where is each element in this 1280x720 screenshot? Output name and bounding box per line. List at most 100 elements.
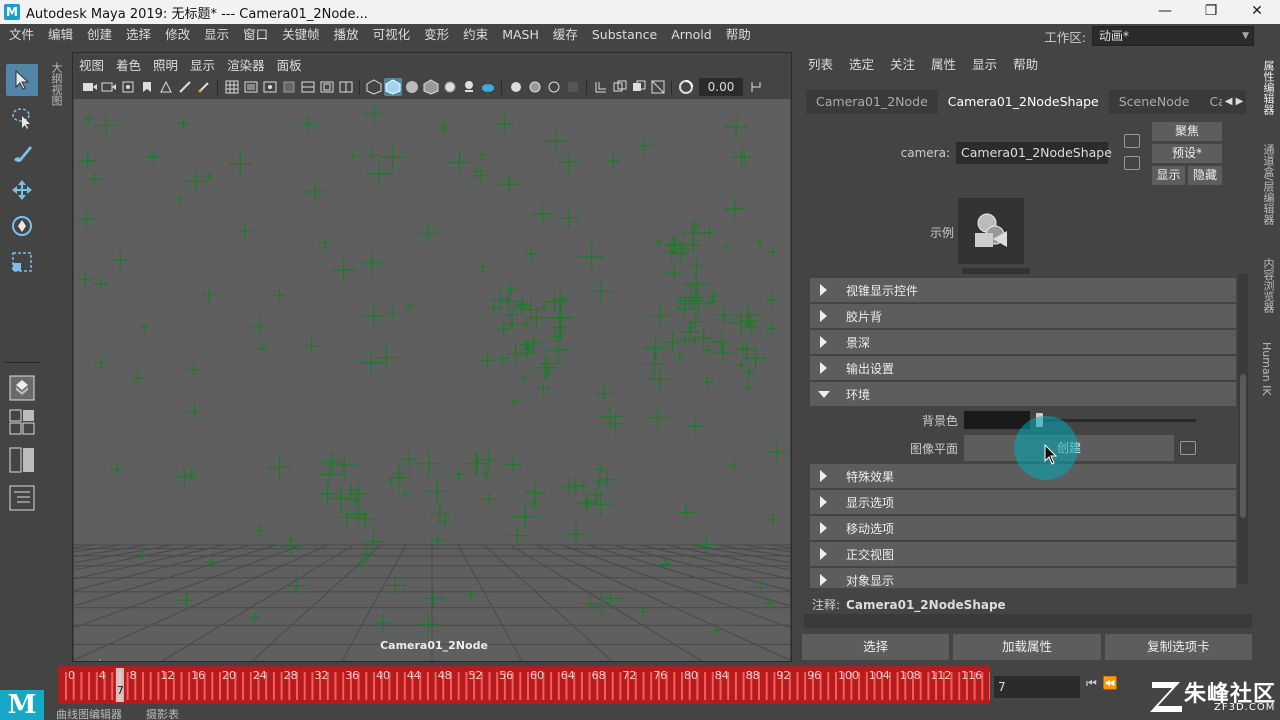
two-pane-layout-icon[interactable] (6, 444, 38, 476)
restore-button[interactable]: ❐ (1188, 0, 1234, 24)
menu-edit[interactable]: 编辑 (41, 24, 80, 46)
rotate-tool-icon[interactable] (6, 210, 38, 242)
ambient-occlusion-icon[interactable] (479, 78, 497, 96)
frame-header[interactable]: 视锥显示控件 (810, 278, 1236, 302)
outliner-tab[interactable]: 大纲视图 (44, 58, 66, 118)
current-frame-field[interactable]: 7 (994, 676, 1080, 698)
background-color-swatch[interactable] (964, 411, 1030, 429)
frame-header[interactable]: 胶片背 (810, 304, 1236, 328)
menu-create[interactable]: 创建 (80, 24, 119, 46)
select-tool-icon[interactable] (6, 64, 38, 96)
frame-header[interactable]: 输出设置 (810, 356, 1236, 380)
menu-window[interactable]: 窗口 (236, 24, 275, 46)
resolution-gate-icon[interactable] (261, 78, 279, 96)
exposure-icon[interactable] (677, 78, 695, 96)
safe-action-icon[interactable] (318, 78, 336, 96)
ae-menu-attributes[interactable]: 属性 (923, 54, 964, 73)
lasso-tool-icon[interactable] (6, 102, 38, 134)
textured-icon[interactable] (422, 78, 440, 96)
vp-menu-view[interactable]: 视图 (73, 55, 110, 74)
menu-playback[interactable]: 播放 (327, 24, 366, 46)
view-cube-icon[interactable] (630, 78, 648, 96)
frame-header[interactable]: 显示选项 (810, 490, 1236, 514)
frame-header[interactable]: 景深 (810, 330, 1236, 354)
four-pane-layout-icon[interactable] (6, 406, 38, 438)
single-pane-layout-icon[interactable] (6, 372, 38, 404)
go-to-input-icon[interactable] (1124, 134, 1140, 148)
menu-key[interactable]: 关键帧 (275, 24, 327, 46)
shadows-icon[interactable] (460, 78, 478, 96)
menu-constrain[interactable]: 约束 (456, 24, 495, 46)
xray-components-icon[interactable] (564, 78, 582, 96)
pencil-icon[interactable] (195, 78, 213, 96)
scale-tool-icon[interactable] (6, 246, 38, 278)
menu-visualize[interactable]: 可视化 (366, 24, 418, 46)
time-slider[interactable]: 0 4 8 12 16 20 24 28 32 36 40 44 48 52 56 60 64 68 72 76 80 8… (58, 666, 990, 704)
hud-icon[interactable] (649, 78, 667, 96)
load-attributes-button[interactable]: 加载属性 (953, 634, 1101, 660)
exposure-value-field[interactable]: 0.00 (699, 78, 743, 96)
hide-button[interactable]: 隐藏 (1188, 166, 1222, 185)
frame-all-icon[interactable] (611, 78, 629, 96)
menu-modify[interactable]: 修改 (158, 24, 197, 46)
move-tool-icon[interactable] (6, 174, 38, 206)
camera-attributes-icon[interactable] (100, 78, 118, 96)
tab-camera-shape[interactable]: Camera01_2NodeShape (937, 90, 1109, 114)
menu-file[interactable]: 文件 (0, 24, 41, 46)
close-button[interactable]: ✕ (1234, 0, 1280, 24)
frame-header[interactable]: 正交视图 (810, 542, 1236, 566)
vp-menu-lighting[interactable]: 照明 (147, 55, 184, 74)
tab-scene-node[interactable]: SceneNode (1109, 90, 1200, 114)
tab-scroll-arrows-icon[interactable]: ◀ ▶ (1222, 90, 1246, 114)
vp-menu-shading[interactable]: 着色 (110, 55, 147, 74)
xray-joints-icon[interactable] (545, 78, 563, 96)
menu-substance[interactable]: Substance (585, 24, 664, 46)
frame-header[interactable]: 环境 (810, 382, 1236, 406)
safe-title-icon[interactable] (337, 78, 355, 96)
menu-help[interactable]: 帮助 (719, 24, 758, 46)
go-to-start-icon[interactable]: ⏮ (1086, 676, 1097, 691)
presets-button[interactable]: 预设* (1152, 144, 1222, 163)
frame-header[interactable]: 移动选项 (810, 516, 1236, 540)
focus-button[interactable]: 聚焦 (1152, 122, 1222, 141)
vp-menu-panels[interactable]: 面板 (271, 55, 308, 74)
ae-menu-focus[interactable]: 关注 (882, 54, 923, 73)
ae-menu-selected[interactable]: 选定 (841, 54, 882, 73)
frame-selection-icon[interactable] (592, 78, 610, 96)
tab-content-browser[interactable]: 内容浏览器 (1260, 258, 1276, 313)
wireframe-icon[interactable] (365, 78, 383, 96)
tab-human-ik[interactable]: Human IK (1260, 342, 1273, 396)
minimize-button[interactable]: — (1142, 0, 1188, 24)
camera-name-field[interactable]: Camera01_2NodeShape (956, 142, 1112, 164)
menu-deform[interactable]: 变形 (417, 24, 456, 46)
vp-menu-show[interactable]: 显示 (184, 55, 221, 74)
ae-menu-list[interactable]: 列表 (800, 54, 841, 73)
menu-mash[interactable]: MASH (495, 24, 546, 46)
2d-pan-icon[interactable] (157, 78, 175, 96)
grease-pencil-icon[interactable] (176, 78, 194, 96)
default-material-icon[interactable] (403, 78, 421, 96)
frame-header[interactable]: 对象显示 (810, 568, 1236, 588)
menu-cache[interactable]: 缓存 (546, 24, 585, 46)
go-to-output-icon[interactable] (1124, 156, 1140, 170)
image-plane-map-icon[interactable] (1180, 441, 1196, 455)
tab-channel-box[interactable]: 通道盒/层编辑器 (1260, 144, 1276, 225)
film-gate-icon[interactable] (242, 78, 260, 96)
outliner-layout-icon[interactable] (6, 482, 38, 514)
gate-mask-icon[interactable] (280, 78, 298, 96)
3d-viewport[interactable]: Camera01_2Node (74, 99, 790, 661)
ae-menu-show[interactable]: 显示 (964, 54, 1005, 73)
tab-camera-transform[interactable]: Camera01_2Node (806, 90, 938, 114)
workspace-dropdown[interactable]: 动画* (1092, 26, 1254, 46)
smooth-shade-icon[interactable] (384, 78, 402, 96)
menu-arnold[interactable]: Arnold (664, 24, 718, 46)
select-button[interactable]: 选择 (802, 634, 950, 660)
dope-sheet-tab[interactable]: 摄影表 (146, 706, 179, 720)
field-chart-icon[interactable] (299, 78, 317, 96)
menu-display[interactable]: 显示 (197, 24, 236, 46)
xray-icon[interactable] (526, 78, 544, 96)
graph-editor-tab[interactable]: 曲线图编辑器 (56, 706, 122, 720)
notes-field[interactable] (804, 614, 1252, 628)
ae-scrollbar[interactable] (1238, 274, 1248, 584)
copy-tab-button[interactable]: 复制选项卡 (1104, 634, 1252, 660)
